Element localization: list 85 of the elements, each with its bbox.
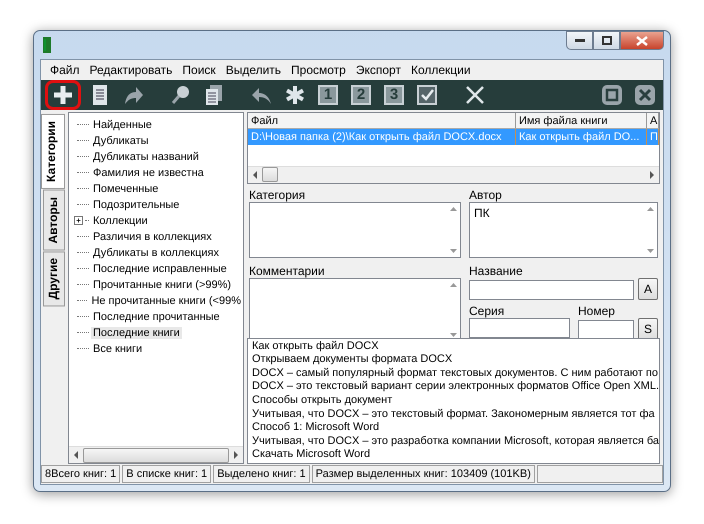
scroll-thumb[interactable] bbox=[262, 167, 278, 182]
restore-icon bbox=[601, 84, 623, 106]
expand-icon[interactable] bbox=[74, 216, 83, 226]
status-text: Выделено книг: 1 bbox=[213, 465, 310, 483]
toolbar-button[interactable]: 1 bbox=[314, 80, 342, 109]
maximize-icon bbox=[602, 36, 612, 45]
tree-item[interactable]: Найденные bbox=[91, 118, 154, 131]
toolbar-button[interactable]: 3 bbox=[380, 80, 408, 109]
field-label: Автор bbox=[469, 188, 503, 202]
horizontal-scrollbar[interactable] bbox=[69, 446, 243, 463]
tree-item[interactable]: Прочитанные книги (>99%) bbox=[91, 278, 234, 291]
pages-icon bbox=[205, 84, 223, 106]
category-field[interactable] bbox=[249, 202, 461, 258]
column-header[interactable]: Файл bbox=[248, 112, 516, 129]
text-line: Способ 1: Microsoft Word bbox=[252, 421, 380, 435]
tree-item[interactable]: Последние исправленные bbox=[91, 262, 229, 275]
text-line: Как открыть файл DOCX bbox=[252, 340, 380, 354]
menu-item[interactable]: Файл bbox=[45, 62, 85, 77]
side-tab[interactable]: Авторы bbox=[43, 190, 65, 250]
tree-item[interactable]: Подозрительные bbox=[91, 198, 182, 211]
text-line: Способы открыть документ bbox=[252, 394, 394, 408]
tree-item[interactable]: Последние книги bbox=[91, 326, 182, 339]
close-icon bbox=[464, 84, 486, 106]
numbered-box-icon: 3 bbox=[384, 84, 404, 105]
menu-item[interactable]: Коллекции bbox=[406, 62, 476, 77]
document-icon bbox=[91, 84, 109, 106]
field-label: Серия bbox=[469, 304, 506, 318]
scroll-down-icon[interactable] bbox=[450, 248, 456, 253]
side-tab[interactable]: Категории bbox=[41, 114, 65, 189]
status-text: Размер выделенных книг: 103409 (101KB) bbox=[312, 465, 535, 483]
close-icon bbox=[634, 84, 656, 106]
close-button[interactable] bbox=[620, 31, 664, 50]
text-line: Скачать Microsoft Word bbox=[252, 448, 372, 462]
numbered-box-icon: 2 bbox=[351, 84, 371, 105]
status-text: 8Всего книг: 1 bbox=[41, 465, 120, 483]
column-header[interactable]: Имя файла книги bbox=[516, 112, 647, 129]
field-label: Комментарии bbox=[249, 264, 326, 278]
menu-item[interactable]: Редактировать bbox=[84, 62, 178, 77]
tree-item[interactable]: Дубликаты названий bbox=[91, 150, 201, 163]
menu-item[interactable]: Просмотр bbox=[286, 62, 351, 77]
menu-item[interactable]: Поиск bbox=[177, 62, 221, 77]
tree-item[interactable]: Помеченные bbox=[91, 182, 160, 195]
title-field[interactable] bbox=[469, 280, 634, 300]
column-header[interactable]: А bbox=[647, 112, 659, 129]
tree-item[interactable]: Различия в коллекциях bbox=[91, 230, 214, 243]
status-text: В списке книг: 1 bbox=[122, 465, 212, 483]
toolbar-button[interactable]: 2 bbox=[347, 80, 375, 109]
field-label: Номер bbox=[578, 304, 616, 318]
field-label: Название bbox=[469, 264, 524, 278]
tree-item[interactable]: Коллекции bbox=[91, 214, 150, 227]
scroll-up-icon[interactable] bbox=[450, 206, 456, 211]
side-tab[interactable]: Другие bbox=[43, 251, 65, 307]
series-button[interactable]: S bbox=[638, 318, 658, 340]
toolbar-button[interactable] bbox=[45, 80, 81, 110]
text-line: DOCX – самый популярный формат текстовых документов. С ним работают по bbox=[252, 366, 655, 380]
tree-item[interactable]: Фамилия не известна bbox=[91, 166, 206, 179]
menu-item[interactable]: Экспорт bbox=[350, 62, 406, 77]
text-line: Открываем документы формата DOCX bbox=[252, 353, 454, 367]
scroll-down-icon[interactable] bbox=[646, 248, 654, 253]
author-field[interactable]: ПК bbox=[469, 202, 658, 258]
plus-icon bbox=[52, 84, 74, 106]
close-icon bbox=[636, 36, 648, 46]
field-label: Категория bbox=[249, 188, 306, 202]
numbered-box-icon: 1 bbox=[318, 84, 338, 105]
book-icon bbox=[42, 36, 52, 54]
tree-item[interactable]: Не прочитанные книги (<99% bbox=[89, 294, 243, 307]
minimize-icon bbox=[574, 38, 584, 42]
author-button[interactable]: A bbox=[638, 278, 658, 300]
menu-item[interactable]: Выделить bbox=[220, 62, 286, 77]
minimize-button[interactable] bbox=[566, 31, 593, 50]
scroll-thumb[interactable] bbox=[83, 448, 229, 462]
tree-item[interactable]: Все книги bbox=[91, 342, 144, 355]
number-field[interactable] bbox=[578, 320, 634, 340]
series-field[interactable] bbox=[469, 318, 570, 338]
asterisk-icon bbox=[284, 84, 306, 106]
tree-item[interactable]: Дубликаты bbox=[91, 134, 151, 147]
horizontal-scrollbar[interactable] bbox=[248, 166, 659, 183]
tree-item[interactable]: Последние прочитанные bbox=[91, 310, 222, 323]
maximize-button[interactable] bbox=[593, 31, 620, 50]
checkbox-icon bbox=[416, 84, 438, 106]
tree-item[interactable]: Дубликаты в коллекциях bbox=[91, 246, 221, 259]
search-icon bbox=[170, 84, 192, 106]
scroll-up-icon[interactable] bbox=[646, 206, 654, 211]
scroll-up-icon[interactable] bbox=[450, 282, 456, 287]
text-line: Учитывая, что DOCX – это текстовый формат. Закономерным является тот фа bbox=[252, 408, 655, 422]
